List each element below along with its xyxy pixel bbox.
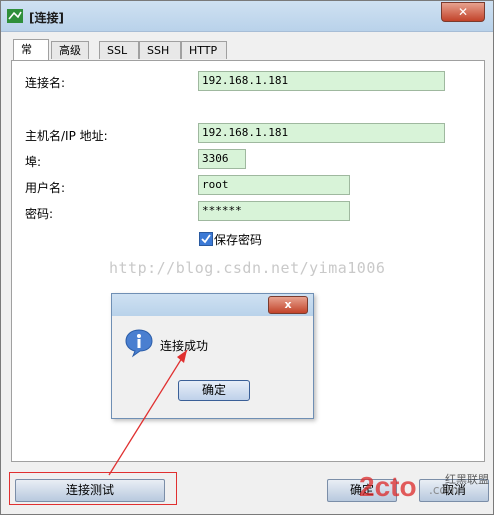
- annotation-arrow: [108, 349, 188, 476]
- test-connection-button[interactable]: 连接测试: [15, 479, 165, 502]
- brand-logo-text: 2cto: [359, 471, 417, 502]
- brand-watermark: 2cto .com 红黑联盟: [359, 471, 491, 509]
- connection-window: [连接] ✕ 常规 高级 SSL SSH HTTP 连接名: 192.168.1…: [0, 0, 494, 515]
- brand-tagline: 红黑联盟: [445, 473, 489, 486]
